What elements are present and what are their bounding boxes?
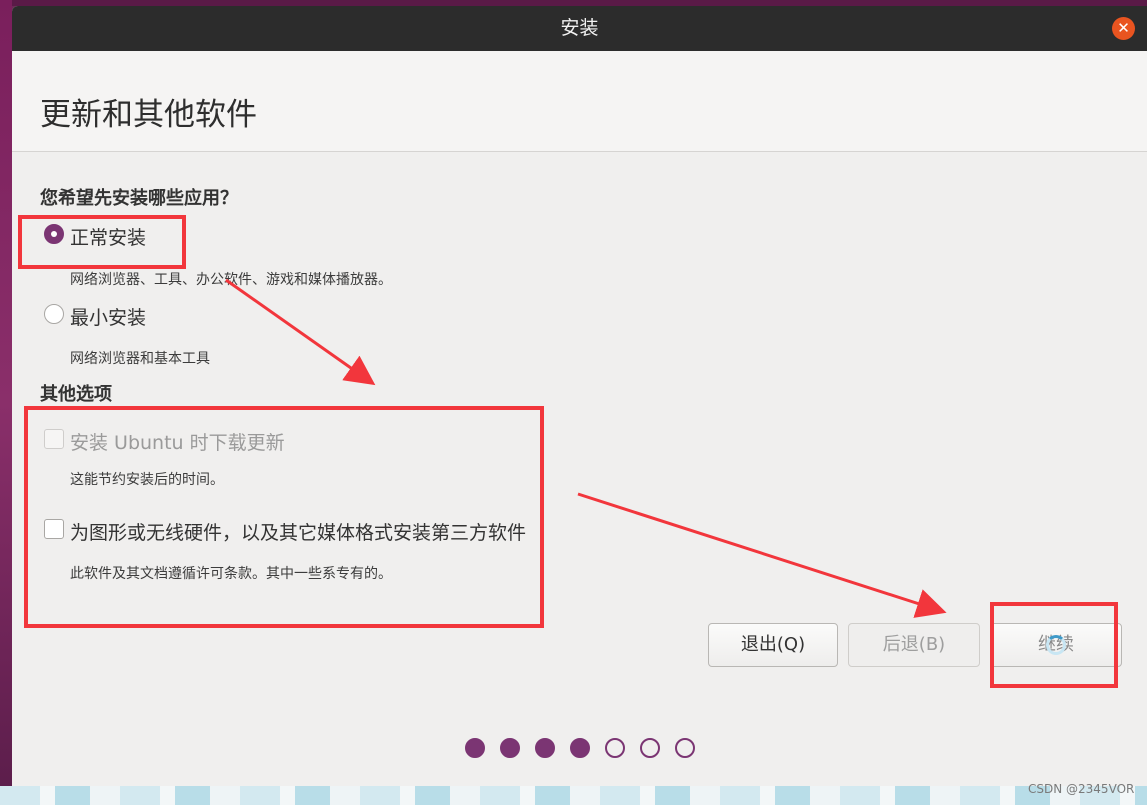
desktop-background-bottom	[0, 786, 1147, 805]
watermark: CSDN @2345VOR	[1028, 782, 1135, 796]
annotation-arrow-2	[577, 492, 947, 618]
annotation-arrows	[225, 278, 947, 618]
annotation-arrow-1	[225, 278, 376, 386]
